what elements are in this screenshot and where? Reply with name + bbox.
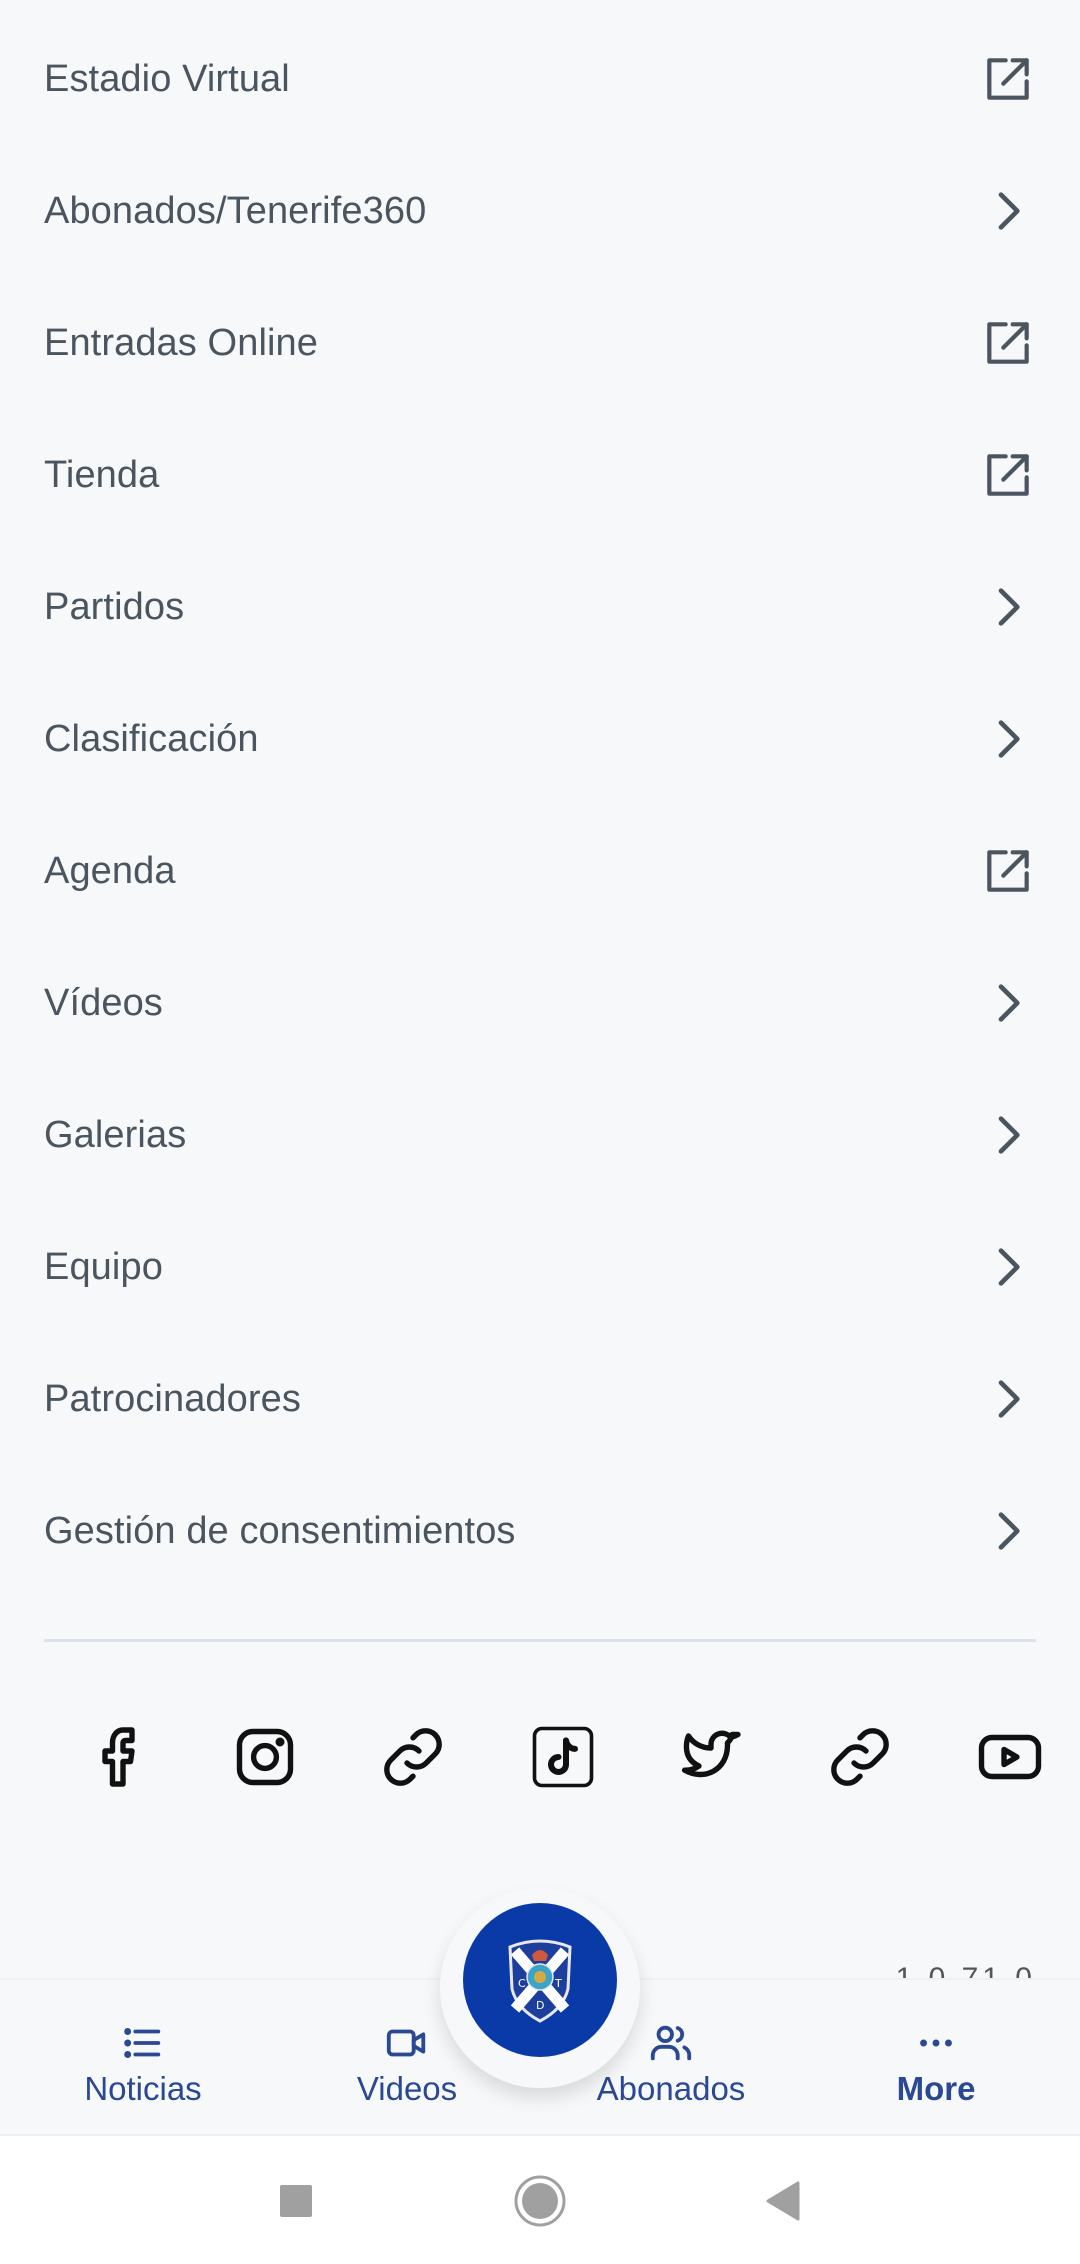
menu-item-label: Estadio Virtual: [44, 57, 290, 100]
menu-item-label: Patrocinadores: [44, 1377, 301, 1420]
menu-item-gestion-consentimientos[interactable]: Gestión de consentimientos: [0, 1465, 1080, 1597]
menu-item-label: Gestión de consentimientos: [44, 1509, 516, 1552]
system-navigation-bar: [0, 2134, 1080, 2264]
chevron-right-icon: [980, 711, 1036, 767]
menu-item-abonados-tenerife360[interactable]: Abonados/Tenerife360: [0, 145, 1080, 277]
users-icon: [646, 2020, 696, 2066]
video-camera-icon: [382, 2020, 432, 2066]
nav-tab-label: More: [896, 2070, 976, 2107]
back-button[interactable]: [722, 2136, 842, 2264]
chevron-right-icon: [980, 1239, 1036, 1295]
nav-tab-noticias[interactable]: Noticias: [33, 1980, 253, 2136]
menu-item-partidos[interactable]: Partidos: [0, 541, 1080, 673]
web-link[interactable]: [373, 1712, 453, 1802]
home-crest-button[interactable]: C T D: [463, 1903, 617, 2057]
menu-item-videos[interactable]: Vídeos: [0, 937, 1080, 1069]
menu-item-tienda[interactable]: Tienda: [0, 409, 1080, 541]
svg-text:T: T: [554, 1977, 562, 1990]
link-icon: [384, 1728, 442, 1786]
triangle-back-icon: [766, 2181, 800, 2221]
nav-tab-label: Videos: [356, 2070, 458, 2107]
web-link-2[interactable]: [820, 1712, 900, 1802]
twitter-link[interactable]: [671, 1712, 751, 1802]
home-button[interactable]: [480, 2136, 600, 2264]
menu-item-label: Tienda: [44, 453, 160, 496]
nav-tab-label: Noticias: [84, 2070, 202, 2107]
instagram-icon: [236, 1728, 294, 1786]
menu-item-label: Partidos: [44, 585, 185, 628]
menu-item-equipo[interactable]: Equipo: [0, 1201, 1080, 1333]
chevron-right-icon: [980, 183, 1036, 239]
svg-text:D: D: [536, 1999, 544, 2012]
tiktok-icon: [532, 1726, 594, 1788]
youtube-link[interactable]: [970, 1712, 1050, 1802]
menu-item-entradas-online[interactable]: Entradas Online: [0, 277, 1080, 409]
external-link-icon: [980, 51, 1036, 107]
club-crest-icon: C T D: [508, 1939, 572, 2023]
more-dots-icon: [911, 2020, 961, 2066]
recents-button[interactable]: [236, 2136, 356, 2264]
circle-home-icon: [514, 2175, 566, 2227]
list-icon: [118, 2020, 168, 2066]
menu-item-label: Clasificación: [44, 717, 259, 760]
chevron-right-icon: [980, 1371, 1036, 1427]
twitter-icon: [681, 1730, 741, 1778]
facebook-icon: [102, 1727, 135, 1787]
menu-item-agenda[interactable]: Agenda: [0, 805, 1080, 937]
menu-item-galerias[interactable]: Galerias: [0, 1069, 1080, 1201]
nav-tab-label: Abonados: [596, 2070, 746, 2107]
chevron-right-icon: [980, 975, 1036, 1031]
section-divider: [44, 1639, 1036, 1642]
menu-item-estadio-virtual[interactable]: Estadio Virtual: [0, 13, 1080, 145]
chevron-right-icon: [980, 1503, 1036, 1559]
menu-item-label: Entradas Online: [44, 321, 318, 364]
svg-text:C: C: [518, 1977, 526, 1990]
external-link-icon: [980, 315, 1036, 371]
more-menu-list: Estadio Virtual Abonados/Tenerife360 Ent…: [0, 13, 1080, 1597]
facebook-link[interactable]: [77, 1712, 157, 1802]
menu-item-label: Equipo: [44, 1245, 163, 1288]
external-link-icon: [980, 447, 1036, 503]
menu-item-patrocinadores[interactable]: Patrocinadores: [0, 1333, 1080, 1465]
menu-item-label: Galerias: [44, 1113, 187, 1156]
menu-item-label: Vídeos: [44, 981, 163, 1024]
chevron-right-icon: [980, 579, 1036, 635]
link-icon: [831, 1728, 889, 1786]
external-link-icon: [980, 843, 1036, 899]
menu-item-label: Agenda: [44, 849, 176, 892]
youtube-icon: [978, 1734, 1042, 1780]
menu-item-label: Abonados/Tenerife360: [44, 189, 427, 232]
instagram-link[interactable]: [225, 1712, 305, 1802]
social-links-row: [0, 1712, 1080, 1802]
square-recents-icon: [280, 2185, 312, 2217]
menu-item-clasificacion[interactable]: Clasificación: [0, 673, 1080, 805]
tiktok-link[interactable]: [523, 1712, 603, 1802]
chevron-right-icon: [980, 1107, 1036, 1163]
nav-tab-more[interactable]: More: [826, 1980, 1046, 2136]
